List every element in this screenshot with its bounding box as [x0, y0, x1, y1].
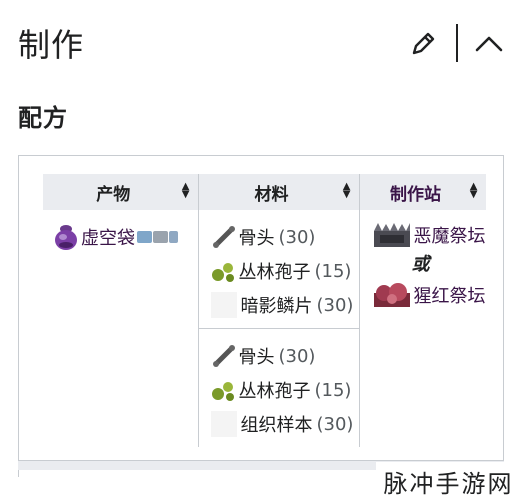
sort-icon[interactable]: ▲ ▼: [182, 182, 190, 200]
column-label: 材料: [254, 184, 289, 205]
pc-icon: [137, 231, 152, 243]
console-icon: [153, 231, 168, 243]
material-quantity: (30): [278, 345, 316, 367]
recipe-table: 产物 ▲ ▼ 材料 ▲ ▼ 制作站 ▲ ▼ 虚空袋 骨头 (30) 丛林孢子 (…: [43, 174, 486, 447]
demon-altar-icon: [372, 222, 412, 248]
platform-icons: [137, 231, 178, 243]
product-name: 虚空袋: [81, 228, 135, 249]
material-quantity: (30): [278, 226, 316, 248]
jungle-spores-icon: [211, 258, 237, 284]
recipe-section-title: 配方: [18, 104, 68, 132]
material-cell: 骨头 (30) 丛林孢子 (15) 暗影鳞片 (30): [198, 210, 360, 329]
material-item[interactable]: 组织样本 (30): [210, 407, 359, 441]
material-quantity: (30): [316, 413, 354, 435]
crimson-altar-icon: [372, 282, 412, 308]
recipe-card: 产物 ▲ ▼ 材料 ▲ ▼ 制作站 ▲ ▼ 虚空袋 骨头 (30) 丛林孢子 (…: [18, 155, 504, 477]
watermark: 脉冲手游网: [376, 462, 521, 500]
collapse-button[interactable]: [470, 28, 508, 60]
material-item[interactable]: 骨头 (30): [211, 339, 359, 373]
column-header-station[interactable]: 制作站 ▲ ▼: [359, 174, 486, 210]
material-name: 组织样本: [240, 415, 313, 436]
station-item[interactable]: 猩红祭坛: [372, 278, 486, 312]
material-name: 骨头: [238, 347, 275, 368]
sort-icon[interactable]: ▲ ▼: [470, 182, 478, 200]
material-item[interactable]: 骨头 (30): [211, 220, 359, 254]
pencil-icon: [412, 32, 435, 55]
station-name: 恶魔祭坛: [413, 226, 486, 247]
product-item[interactable]: 虚空袋: [53, 220, 198, 254]
jungle-spores-icon: [211, 377, 237, 403]
material-item[interactable]: 暗影鳞片 (30): [210, 288, 359, 322]
sort-icon[interactable]: ▲ ▼: [343, 182, 351, 200]
column-label: 产物: [96, 184, 131, 205]
station-cell: 恶魔祭坛 或 猩红祭坛: [359, 210, 486, 447]
or-separator: 或: [411, 254, 430, 275]
tissue-sample-icon: [210, 411, 237, 437]
material-cell: 骨头 (30) 丛林孢子 (15) 组织样本 (30): [198, 328, 360, 447]
shadow-scale-icon: [210, 292, 237, 318]
material-quantity: (15): [314, 379, 352, 401]
void-bag-icon: [53, 224, 79, 250]
material-item[interactable]: 丛林孢子 (15): [211, 373, 359, 407]
material-name: 骨头: [238, 228, 275, 249]
station-item[interactable]: 恶魔祭坛: [372, 218, 486, 252]
product-cell: 虚空袋: [43, 210, 199, 447]
column-label: 制作站: [390, 184, 441, 205]
material-name: 丛林孢子: [238, 381, 311, 402]
section-title: 制作: [18, 26, 85, 64]
material-item[interactable]: 丛林孢子 (15): [211, 254, 359, 288]
material-name: 丛林孢子: [238, 262, 311, 283]
edit-button[interactable]: [406, 28, 440, 60]
station-name: 猩红祭坛: [413, 286, 486, 307]
material-quantity: (30): [316, 294, 354, 316]
material-quantity: (15): [314, 260, 352, 282]
table-row: 虚空袋 骨头 (30) 丛林孢子 (15) 暗影鳞片 (30) 恶魔祭坛 或 猩…: [43, 210, 486, 447]
crafting-header: 制作: [0, 0, 521, 90]
material-name: 暗影鳞片: [240, 296, 313, 317]
chevron-up-icon: [475, 36, 503, 52]
column-header-product[interactable]: 产物 ▲ ▼: [43, 174, 199, 210]
mobile-icon: [169, 231, 178, 243]
bone-icon: [211, 343, 237, 369]
header-divider: [456, 24, 458, 62]
bone-icon: [211, 224, 237, 250]
column-header-material[interactable]: 材料 ▲ ▼: [198, 174, 360, 210]
